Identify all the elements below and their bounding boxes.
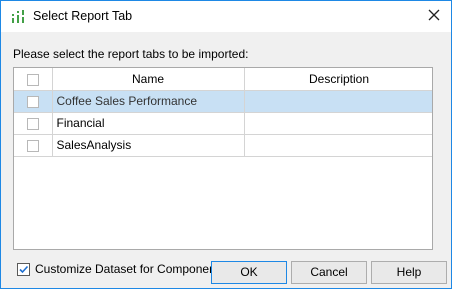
select-all-checkbox[interactable] (26, 73, 39, 86)
instruction-label: Please select the report tabs to be impo… (13, 47, 249, 61)
ok-button[interactable]: OK (211, 261, 287, 284)
table-row[interactable]: Coffee Sales Performance (14, 90, 432, 113)
table-row[interactable]: Financial (14, 112, 432, 135)
row-name[interactable]: Coffee Sales Performance (52, 90, 245, 113)
checkmark-icon (19, 265, 29, 274)
customize-dataset-checkbox[interactable] (17, 263, 30, 276)
row-checkbox[interactable] (26, 117, 39, 130)
row-checkbox-cell[interactable] (14, 134, 53, 157)
select-report-tab-dialog: Select Report Tab Please select the repo… (0, 0, 452, 289)
help-button[interactable]: Help (371, 261, 447, 284)
dialog-title: Select Report Tab (33, 9, 133, 23)
row-checkbox[interactable] (26, 139, 39, 152)
report-tabs-table: Name Description Coffee Sales Performanc… (13, 67, 433, 250)
column-header-description[interactable]: Description (244, 68, 432, 91)
customize-dataset-label[interactable]: Customize Dataset for Components (35, 262, 225, 276)
row-description[interactable] (244, 112, 432, 135)
report-app-icon (11, 9, 25, 24)
select-all-header[interactable] (14, 68, 53, 91)
table-row[interactable]: SalesAnalysis (14, 134, 432, 157)
table-header-row: Name Description (14, 68, 432, 91)
close-button[interactable] (417, 1, 451, 32)
row-checkbox[interactable] (26, 95, 39, 108)
row-checkbox-cell[interactable] (14, 90, 53, 113)
close-icon[interactable] (428, 9, 440, 24)
row-name[interactable]: SalesAnalysis (52, 134, 245, 157)
row-name[interactable]: Financial (52, 112, 245, 135)
row-checkbox-cell[interactable] (14, 112, 53, 135)
column-header-name[interactable]: Name (52, 68, 245, 91)
row-description[interactable] (244, 134, 432, 157)
title-bar: Select Report Tab (1, 1, 451, 32)
row-description[interactable] (244, 90, 432, 113)
cancel-button[interactable]: Cancel (291, 261, 367, 284)
